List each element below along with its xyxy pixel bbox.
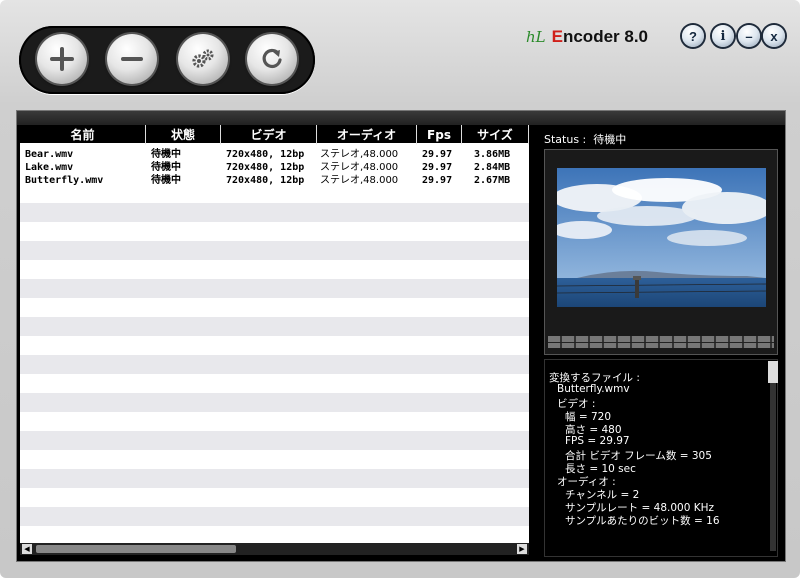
- minimize-button[interactable]: –: [738, 25, 760, 47]
- file-info-panel: 変換するファイル : Butterfly.wmv ビデオ : 幅 = 720 高…: [544, 359, 778, 557]
- cell-name: Lake.wmv: [25, 162, 74, 173]
- cell-fps: 29.97: [422, 162, 453, 173]
- panel-top-bar: [17, 111, 785, 125]
- column-header-fps[interactable]: Fps: [417, 125, 462, 145]
- info-filename: Butterfly.wmv: [557, 383, 630, 395]
- column-header-status[interactable]: 状態: [146, 125, 221, 145]
- refresh-button[interactable]: [247, 34, 297, 84]
- table-row[interactable]: Butterfly.wmv 待機中 720x480, 12bp ステレオ,48.…: [20, 174, 529, 187]
- status-label: Status :: [544, 133, 587, 146]
- video-preview: [544, 149, 778, 355]
- player-controls-divider: [548, 342, 774, 343]
- cell-video: 720x480, 12bp: [226, 149, 305, 160]
- help-button[interactable]: ?: [682, 25, 704, 47]
- cell-audio: ステレオ,48.000: [320, 149, 399, 160]
- scrollbar-thumb[interactable]: [36, 545, 236, 553]
- status-line: Status : 待機中: [544, 131, 626, 147]
- cell-fps: 29.97: [422, 149, 453, 160]
- gears-icon: [192, 49, 214, 68]
- cell-name: Butterfly.wmv: [25, 175, 104, 186]
- minus-icon: [121, 57, 143, 61]
- cell-audio: ステレオ,48.000: [320, 175, 399, 186]
- status-value: 待機中: [593, 133, 627, 146]
- cell-video: 720x480, 12bp: [226, 162, 305, 173]
- remove-button[interactable]: [107, 34, 157, 84]
- column-header-size[interactable]: サイズ: [462, 125, 529, 145]
- app-window: hL Encoder 8.0 ? i – x 名前 状態 ビデオ オーディオ F…: [0, 0, 800, 578]
- close-button[interactable]: x: [763, 25, 785, 47]
- brand-logo: hL: [526, 28, 546, 46]
- info-button[interactable]: i: [712, 25, 734, 47]
- info-vertical-scrollbar[interactable]: [768, 361, 778, 551]
- horizontal-scrollbar[interactable]: ◀ ▶: [20, 543, 529, 555]
- brand-initial: E: [551, 27, 563, 46]
- preview-image: [557, 168, 766, 307]
- cell-name: Bear.wmv: [25, 149, 74, 160]
- info-scrollbar-thumb[interactable]: [768, 361, 778, 383]
- column-header-video[interactable]: ビデオ: [221, 125, 317, 145]
- cell-status: 待機中: [151, 162, 181, 173]
- cell-fps: 29.97: [422, 175, 453, 186]
- app-title: hL Encoder 8.0: [526, 24, 648, 50]
- brand-name: ncoder 8.0: [562, 27, 649, 46]
- settings-button[interactable]: [178, 34, 228, 84]
- scroll-right-arrow-icon[interactable]: ▶: [517, 544, 527, 554]
- list-header: 名前 状態 ビデオ オーディオ Fps サイズ: [20, 125, 529, 145]
- info-fps: FPS = 29.97: [565, 435, 630, 447]
- main-panel: 名前 状態 ビデオ オーディオ Fps サイズ Bear.wmv 待機中 720…: [16, 110, 786, 562]
- table-row[interactable]: Bear.wmv 待機中 720x480, 12bp ステレオ,48.000 2…: [20, 148, 529, 161]
- toolbar: [19, 26, 315, 94]
- info-bits: サンプルあたりのビット数 = 16: [565, 515, 720, 527]
- cell-video: 720x480, 12bp: [226, 175, 305, 186]
- list-background: [20, 184, 529, 543]
- refresh-icon: [262, 48, 282, 69]
- scroll-left-arrow-icon[interactable]: ◀: [22, 544, 32, 554]
- cell-status: 待機中: [151, 149, 181, 160]
- plus-icon: [50, 47, 74, 71]
- add-button[interactable]: [37, 34, 87, 84]
- cell-audio: ステレオ,48.000: [320, 162, 399, 173]
- cell-size: 2.84MB: [474, 162, 511, 173]
- list-rows: Bear.wmv 待機中 720x480, 12bp ステレオ,48.000 2…: [20, 148, 529, 187]
- cell-status: 待機中: [151, 175, 181, 186]
- column-header-name[interactable]: 名前: [20, 125, 146, 145]
- cell-size: 2.67MB: [474, 175, 511, 186]
- table-row[interactable]: Lake.wmv 待機中 720x480, 12bp ステレオ,48.000 2…: [20, 161, 529, 174]
- file-list[interactable]: 名前 状態 ビデオ オーディオ Fps サイズ Bear.wmv 待機中 720…: [20, 125, 529, 543]
- cell-size: 3.86MB: [474, 149, 511, 160]
- column-header-audio[interactable]: オーディオ: [317, 125, 417, 145]
